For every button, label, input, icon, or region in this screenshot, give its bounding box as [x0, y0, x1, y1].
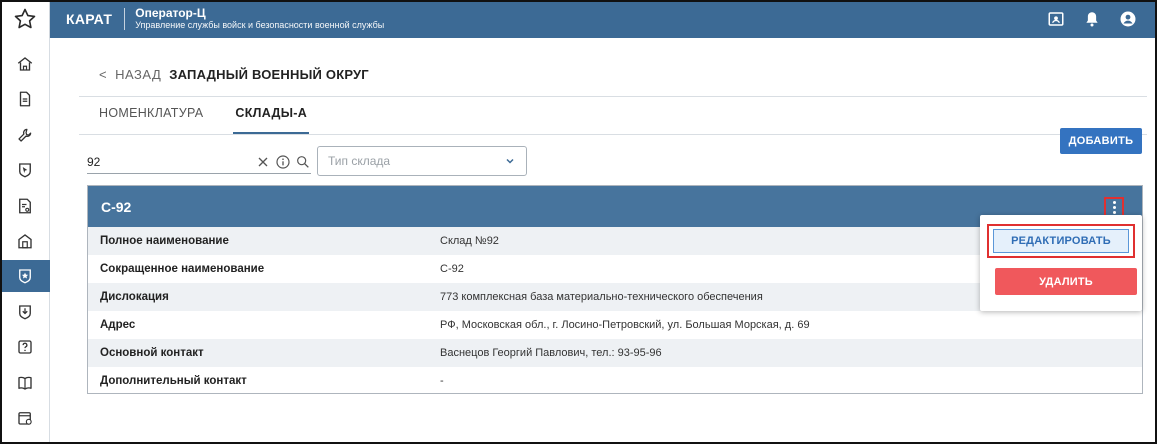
breadcrumb: < НАЗАД ЗАПАДНЫЙ ВОЕННЫЙ ОКРУГ [99, 67, 369, 82]
chevron-down-icon [506, 158, 514, 164]
row-label: Дислокация [100, 291, 169, 303]
tabs: НОМЕНКЛАТУРА СКЛАДЫ-А [97, 106, 310, 134]
download-shield-icon [19, 305, 31, 320]
brand-logo: КАРАТ [66, 11, 113, 27]
table-row: Дополнительный контакт - [88, 367, 1142, 395]
edit-button[interactable]: РЕДАКТИРОВАТЬ [993, 229, 1129, 253]
clear-icon[interactable] [255, 154, 271, 170]
delete-button[interactable]: УДАЛИТЬ [995, 268, 1137, 295]
sidebar [0, 38, 50, 444]
row-label: Адрес [100, 319, 136, 331]
sidebar-item-operations[interactable] [0, 154, 50, 186]
warehouse-type-select[interactable]: Тип склада [317, 146, 527, 176]
app-title-block: Оператор-Ц Управление службы войск и без… [135, 7, 384, 30]
add-button[interactable]: ДОБАВИТЬ [1060, 128, 1142, 154]
sidebar-item-buildings[interactable] [0, 225, 50, 257]
card-actions-menu: РЕДАКТИРОВАТЬ УДАЛИТЬ [980, 215, 1142, 311]
id-card-icon[interactable] [1047, 10, 1065, 28]
more-options-button[interactable] [1104, 197, 1124, 217]
sidebar-item-library[interactable] [0, 367, 50, 399]
bell-icon[interactable] [1083, 10, 1101, 28]
row-label: Основной контакт [100, 347, 204, 359]
row-value: РФ, Московская обл., г. Лосино-Петровски… [440, 319, 810, 331]
warehouse-type-placeholder: Тип склада [328, 154, 391, 168]
sidebar-item-warehouses[interactable] [0, 260, 50, 293]
calendar-icon [18, 411, 32, 425]
back-link[interactable]: НАЗАД [115, 67, 161, 82]
building-icon [18, 234, 32, 249]
search-icon[interactable] [295, 154, 311, 170]
user-circle-icon[interactable] [1119, 10, 1137, 28]
row-value: Васнецов Георгий Павлович, тел.: 93-95-9… [440, 347, 662, 359]
row-label: Сокращенное наименование [100, 263, 265, 275]
row-value: 773 комплексная база материально-техниче… [440, 291, 763, 303]
table-row: Адрес РФ, Московская обл., г. Лосино-Петр… [88, 311, 1142, 339]
report-icon [19, 198, 31, 213]
sidebar-item-home[interactable] [0, 48, 50, 80]
table-row: Основной контакт Васнецов Георгий Павлови… [88, 339, 1142, 367]
card-title: С-92 [101, 198, 132, 215]
sidebar-item-tools[interactable] [0, 119, 50, 151]
tab-nomenclature[interactable]: НОМЕНКЛАТУРА [97, 106, 205, 134]
info-icon[interactable] [275, 154, 291, 170]
book-icon [18, 376, 32, 390]
tab-warehouses-a[interactable]: СКЛАДЫ-А [233, 106, 310, 134]
tabs-divider [79, 134, 1147, 135]
sidebar-item-schedule[interactable] [0, 402, 50, 434]
wrench-icon [18, 128, 32, 142]
top-bar: КАРАТ Оператор-Ц Управление службы войск… [0, 0, 1157, 38]
app-subtitle: Управление службы войск и безопасности в… [135, 19, 385, 30]
brand-separator [124, 8, 126, 30]
sidebar-item-reports[interactable] [0, 190, 50, 222]
search-input[interactable] [87, 154, 251, 169]
row-label: Дополнительный контакт [100, 375, 247, 387]
home-icon [17, 57, 33, 71]
cursor-shield-icon [19, 163, 31, 178]
back-arrow-icon[interactable]: < [99, 67, 107, 82]
row-value: Склад №92 [440, 235, 499, 247]
row-value: - [440, 375, 444, 387]
edit-highlight: РЕДАКТИРОВАТЬ [987, 224, 1135, 258]
app-title: Оператор-Ц [135, 6, 206, 21]
top-icons [1047, 10, 1137, 28]
kebab-icon [1112, 200, 1116, 215]
row-value: С-92 [440, 263, 464, 275]
header-divider [79, 96, 1147, 97]
sidebar-item-documents[interactable] [0, 83, 50, 115]
row-label: Полное наименование [100, 235, 229, 247]
sidebar-item-help[interactable] [0, 331, 50, 363]
star-shield-icon [19, 269, 31, 284]
favorites-star-icon[interactable] [0, 0, 50, 38]
sidebar-item-supply[interactable] [0, 296, 50, 328]
question-icon [18, 340, 32, 354]
search-box [87, 150, 311, 174]
page-title: ЗАПАДНЫЙ ВОЕННЫЙ ОКРУГ [169, 67, 369, 82]
document-icon [19, 91, 31, 107]
